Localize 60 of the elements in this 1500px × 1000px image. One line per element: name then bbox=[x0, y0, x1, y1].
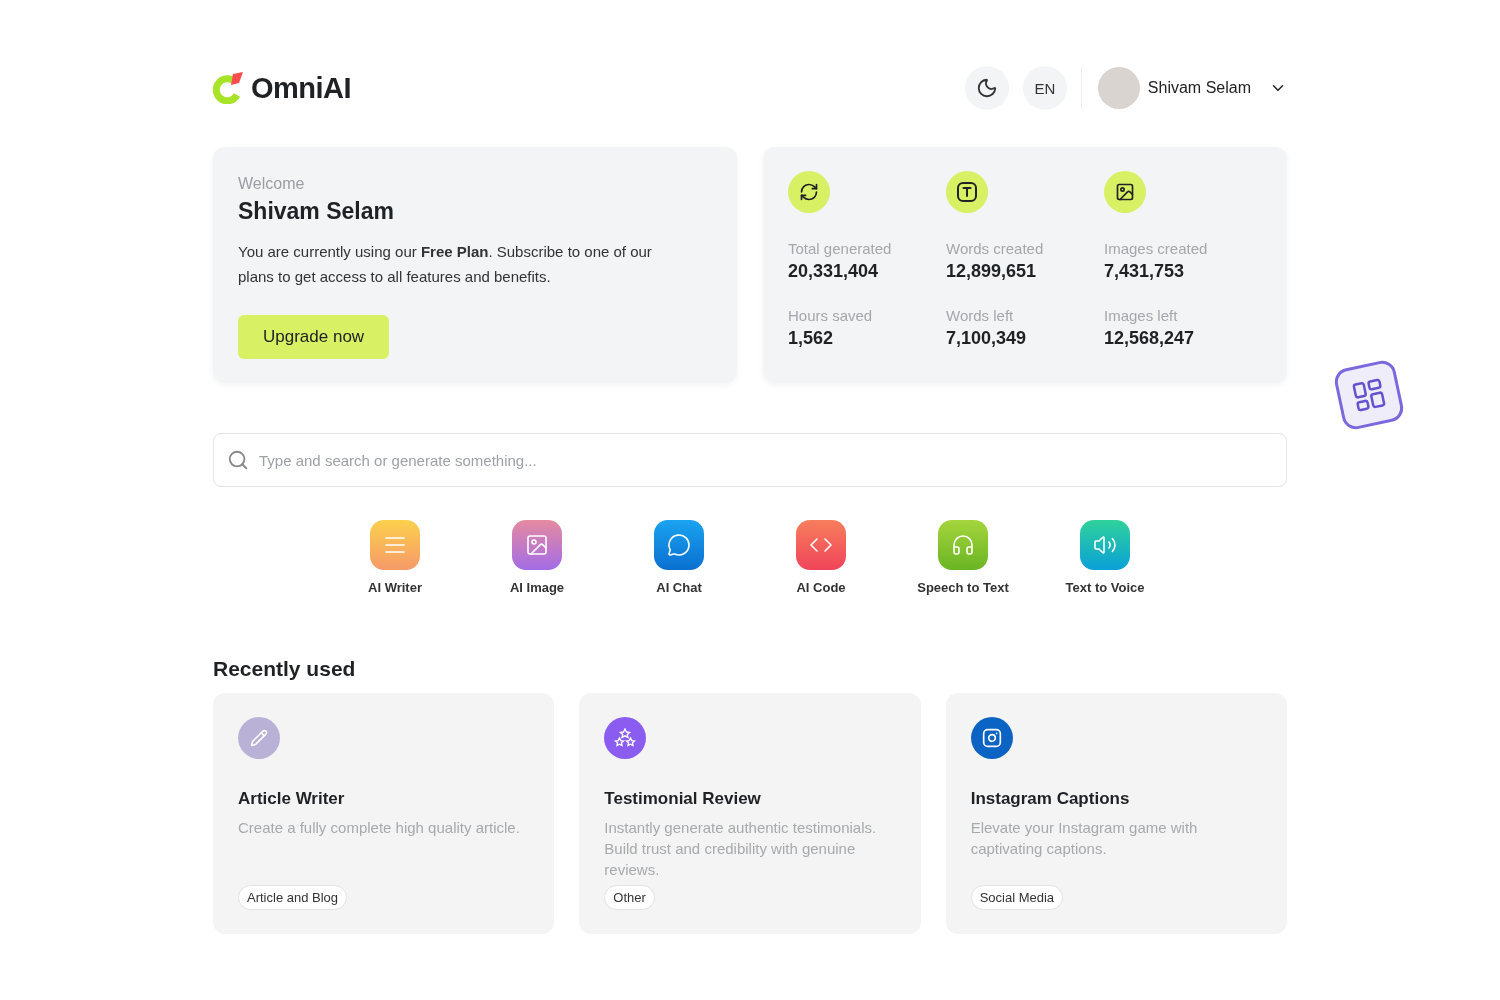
stat-value: 12,899,651 bbox=[946, 261, 1038, 282]
recent-card[interactable]: Testimonial Review Instantly generate authentic testimonials. Build trust and credibility with genuine reviews. Other bbox=[579, 693, 921, 934]
theme-toggle-button[interactable] bbox=[964, 66, 1009, 110]
tool-label: AI Image bbox=[509, 580, 565, 595]
upgrade-button[interactable]: Upgrade now bbox=[238, 315, 390, 359]
tool-shortcut[interactable]: AI Code bbox=[770, 520, 872, 595]
plan-message: You are currently using our Free Plan. Subscribe to one of our plans to get access to all features and benefits. bbox=[238, 242, 653, 287]
card-title: Article Writer bbox=[238, 789, 346, 809]
grid-icon bbox=[1350, 376, 1388, 414]
category-tag: Article and Blog bbox=[238, 885, 348, 910]
stat-label: Total generated bbox=[788, 240, 893, 257]
user-name: Shivam Selam bbox=[238, 198, 395, 225]
stat-label: Words left bbox=[946, 307, 1015, 324]
stat-value: 1,562 bbox=[788, 328, 835, 349]
stat-label: Images left bbox=[1104, 307, 1179, 324]
moon-icon bbox=[975, 77, 998, 99]
welcome-label: Welcome bbox=[238, 175, 306, 193]
stat-label: Images created bbox=[1104, 240, 1209, 257]
search-icon bbox=[227, 449, 249, 471]
language-button[interactable]: EN bbox=[1022, 66, 1067, 110]
chat-icon bbox=[667, 533, 691, 557]
card-description: Create a fully complete high quality article. bbox=[238, 818, 521, 838]
pencil-icon bbox=[250, 729, 268, 747]
stat-value: 7,431,753 bbox=[1104, 261, 1186, 282]
tool-label: Speech to Text bbox=[917, 580, 1009, 595]
tool-shortcut[interactable]: AI Writer bbox=[344, 520, 446, 595]
tool-label: AI Writer bbox=[368, 580, 422, 595]
stat-value: 12,568,247 bbox=[1104, 328, 1196, 349]
card-description: Elevate your Instagram game with captivating captions. bbox=[970, 818, 1199, 859]
image-icon bbox=[1115, 182, 1135, 202]
stat-value: 7,100,349 bbox=[946, 328, 1028, 349]
card-title: Testimonial Review bbox=[604, 789, 762, 809]
instagram-icon bbox=[981, 728, 1002, 748]
speaker-icon bbox=[1093, 533, 1117, 557]
card-description: Instantly generate authentic testimonials. Build trust and credibility with genuine reviews. bbox=[604, 818, 878, 880]
search-field[interactable]: Type and search or generate something... bbox=[213, 433, 1287, 487]
recent-card[interactable]: Instagram Captions Elevate your Instagram game with captivating captions. Social Media bbox=[945, 693, 1287, 934]
avatar bbox=[1097, 67, 1140, 109]
stars-icon bbox=[614, 728, 637, 748]
headphones-icon bbox=[951, 533, 975, 557]
text-icon bbox=[957, 182, 977, 202]
user-menu-button[interactable]: Shivam Selam bbox=[1080, 67, 1287, 109]
card-title: Instagram Captions bbox=[970, 789, 1131, 809]
tool-shortcut[interactable]: Speech to Text bbox=[912, 520, 1014, 595]
stat-label: Words created bbox=[946, 240, 1045, 257]
recent-card[interactable]: Article Writer Create a fully complete high quality article. Article and Blog bbox=[213, 693, 555, 934]
category-tag: Other bbox=[604, 885, 655, 910]
tool-shortcut[interactable]: Text to Voice bbox=[1054, 520, 1156, 595]
stat-value: 20,331,404 bbox=[788, 261, 880, 282]
section-title: Recently used bbox=[213, 657, 357, 681]
stat-label: Hours saved bbox=[788, 307, 874, 324]
refresh-icon bbox=[799, 182, 819, 202]
tool-label: AI Code bbox=[796, 580, 846, 595]
logo-text: OmniAI bbox=[251, 71, 352, 105]
tool-label: AI Chat bbox=[656, 580, 702, 595]
tool-shortcut[interactable]: AI Chat bbox=[628, 520, 730, 595]
tool-label: Text to Voice bbox=[1065, 580, 1145, 595]
tool-shortcut[interactable]: AI Image bbox=[486, 520, 588, 595]
category-tag: Social Media bbox=[970, 885, 1064, 910]
image-icon bbox=[525, 533, 549, 557]
